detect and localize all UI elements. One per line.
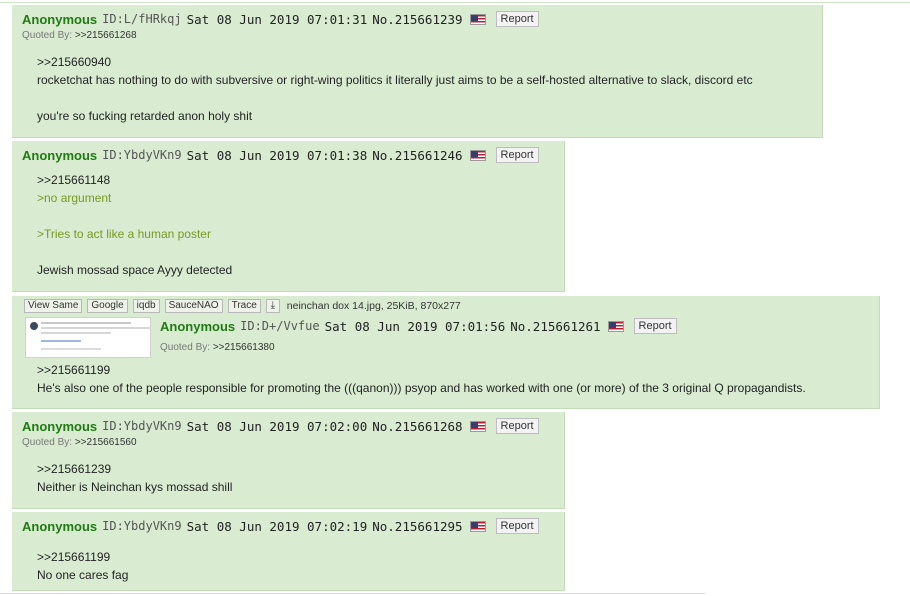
post-date: Sat 08 Jun 2019 07:02:00 <box>186 418 368 434</box>
us-flag-icon <box>607 320 624 332</box>
us-flag-icon <box>469 420 486 432</box>
post-message: >>215661199 No one cares fag <box>22 548 564 584</box>
poster-id[interactable]: ID:D+/Vvfue <box>240 319 319 333</box>
download-icon[interactable]: ⤓ <box>265 299 280 313</box>
report-button[interactable]: Report <box>495 11 539 27</box>
message-line: Neither is Neinchan kys mossad shill <box>37 480 233 494</box>
post-message: >>215660940 rocketchat has nothing to do… <box>22 53 822 125</box>
poster-name: Anonymous <box>22 518 98 534</box>
us-flag-icon <box>469 13 486 25</box>
reply-post-215661239: Anonymous ID:L/fHRkqj Sat 08 Jun 2019 07… <box>12 5 823 138</box>
report-button[interactable]: Report <box>495 147 539 163</box>
poster-id[interactable]: ID:L/fHRkqj <box>102 12 181 26</box>
google-search-button[interactable]: Google <box>87 299 128 313</box>
us-flag-icon <box>469 149 486 161</box>
post-header: Anonymous ID:L/fHRkqj Sat 08 Jun 2019 07… <box>22 10 822 28</box>
us-flag-icon <box>469 520 486 532</box>
reply-post-215661295: Anonymous ID:YbdyVKn9 Sat 08 Jun 2019 07… <box>12 512 565 591</box>
poster-id[interactable]: ID:YbdyVKn9 <box>102 419 181 433</box>
post-number[interactable]: No.215661261 <box>510 319 600 334</box>
quoted-by-link[interactable]: >>215661560 <box>75 437 137 448</box>
message-line: Jewish mossad space Ayyy detected <box>37 263 233 277</box>
iqdb-search-button[interactable]: iqdb <box>132 299 160 313</box>
poster-name: Anonymous <box>22 418 98 434</box>
quote-link[interactable]: >>215661148 <box>37 171 564 189</box>
post-header: Anonymous ID:YbdyVKn9 Sat 08 Jun 2019 07… <box>22 146 564 164</box>
trace-search-button[interactable]: Trace <box>227 299 261 313</box>
post-header: Anonymous ID:YbdyVKn9 Sat 08 Jun 2019 07… <box>22 517 564 535</box>
post-message: >>215661239 Neither is Neinchan kys moss… <box>22 460 564 496</box>
post-number[interactable]: No.215661246 <box>372 148 462 163</box>
report-button[interactable]: Report <box>495 418 539 434</box>
post-number[interactable]: No.215661295 <box>372 519 462 534</box>
post-number[interactable]: No.215661268 <box>372 419 462 434</box>
poster-name: Anonymous <box>160 318 236 334</box>
message-line: rocketchat has nothing to do with subver… <box>37 73 753 87</box>
post-date: Sat 08 Jun 2019 07:01:56 <box>324 318 506 334</box>
reply-post-215661246: Anonymous ID:YbdyVKn9 Sat 08 Jun 2019 07… <box>12 141 565 292</box>
poster-name: Anonymous <box>22 11 98 27</box>
poster-name: Anonymous <box>22 147 98 163</box>
quoted-by: Quoted By: >>215661268 <box>22 30 822 43</box>
saucenao-search-button[interactable]: SauceNAO <box>164 299 223 313</box>
post-header: Anonymous ID:YbdyVKn9 Sat 08 Jun 2019 07… <box>22 417 564 435</box>
quoted-by-link[interactable]: >>215661380 <box>213 342 275 353</box>
message-line: He's also one of the people responsible … <box>37 381 806 395</box>
message-line: No one cares fag <box>37 568 129 582</box>
report-button[interactable]: Report <box>495 518 539 534</box>
report-button[interactable]: Report <box>633 318 677 334</box>
post-header: Anonymous ID:D+/Vvfue Sat 08 Jun 2019 07… <box>160 317 677 335</box>
poster-id[interactable]: ID:YbdyVKn9 <box>102 519 181 533</box>
greentext-line: >Tries to act like a human poster <box>37 227 211 241</box>
quoted-by-label: Quoted By: <box>22 30 73 41</box>
thread-top-border <box>0 2 910 3</box>
quote-link[interactable]: >>215661239 <box>37 460 564 478</box>
post-date: Sat 08 Jun 2019 07:01:31 <box>186 11 368 27</box>
view-same-button[interactable]: View Same <box>24 299 83 313</box>
quote-link[interactable]: >>215661199 <box>37 361 806 379</box>
poster-id[interactable]: ID:YbdyVKn9 <box>102 148 181 162</box>
post-number[interactable]: No.215661239 <box>372 12 462 27</box>
quoted-by-label: Quoted By: <box>160 342 211 353</box>
post-message: >>215661148 >no argument >Tries to act l… <box>22 171 564 279</box>
message-line: you're so fucking retarded anon holy shi… <box>37 109 253 123</box>
quote-link[interactable]: >>215660940 <box>37 53 822 71</box>
reply-post-215661268: Anonymous ID:YbdyVKn9 Sat 08 Jun 2019 07… <box>12 412 565 509</box>
quoted-by: Quoted By: >>215661380 <box>160 342 275 355</box>
file-info[interactable]: neinchan dox 14.jpg, 25KiB, 870x277 <box>287 300 461 312</box>
quoted-by-link[interactable]: >>215661268 <box>75 30 137 41</box>
thread-bottom-border <box>0 593 705 594</box>
quoted-by: Quoted By: >>215661560 <box>22 437 564 450</box>
post-message: >>215661199 He's also one of the people … <box>22 361 806 397</box>
greentext-line: >no argument <box>37 191 112 205</box>
quoted-by-label: Quoted By: <box>22 437 73 448</box>
file-info-bar: View Same Google iqdb SauceNAO Trace ⤓ n… <box>24 299 461 313</box>
image-thumbnail[interactable] <box>25 317 151 358</box>
quote-link[interactable]: >>215661199 <box>37 548 564 566</box>
post-date: Sat 08 Jun 2019 07:01:38 <box>186 147 368 163</box>
post-date: Sat 08 Jun 2019 07:02:19 <box>186 518 368 534</box>
